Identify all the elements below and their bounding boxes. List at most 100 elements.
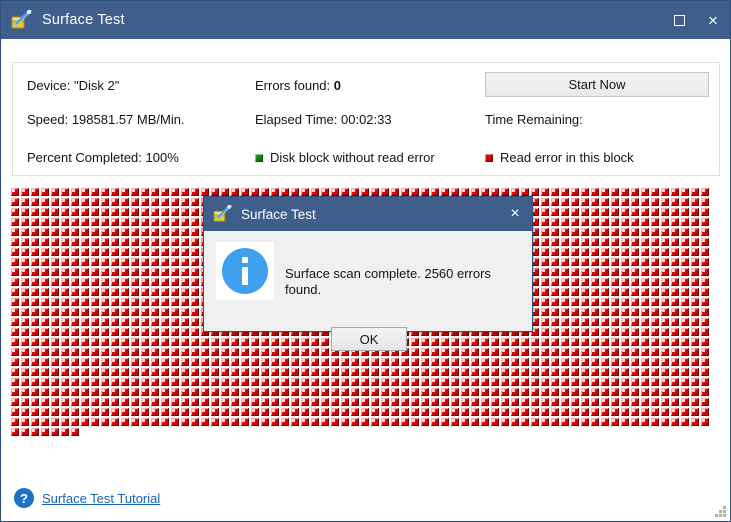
disk-block[interactable] [541,378,549,386]
disk-block[interactable] [421,418,429,426]
disk-block[interactable] [611,208,619,216]
disk-block[interactable] [701,208,709,216]
disk-block[interactable] [601,198,609,206]
disk-block[interactable] [371,398,379,406]
disk-block[interactable] [321,418,329,426]
disk-block[interactable] [101,318,109,326]
disk-block[interactable] [191,238,199,246]
disk-block[interactable] [291,408,299,416]
disk-block[interactable] [81,318,89,326]
disk-block[interactable] [261,368,269,376]
disk-block[interactable] [661,238,669,246]
disk-block[interactable] [531,338,539,346]
disk-block[interactable] [371,408,379,416]
disk-block[interactable] [581,238,589,246]
disk-block[interactable] [401,368,409,376]
disk-block[interactable] [121,188,129,196]
disk-block[interactable] [161,388,169,396]
disk-block[interactable] [131,318,139,326]
disk-block[interactable] [651,408,659,416]
disk-block[interactable] [611,238,619,246]
disk-block[interactable] [611,348,619,356]
disk-block[interactable] [591,418,599,426]
disk-block[interactable] [191,388,199,396]
disk-block[interactable] [551,338,559,346]
disk-block[interactable] [461,378,469,386]
disk-block[interactable] [111,418,119,426]
disk-block[interactable] [141,238,149,246]
disk-block[interactable] [561,218,569,226]
disk-block[interactable] [101,258,109,266]
disk-block[interactable] [651,278,659,286]
disk-block[interactable] [71,338,79,346]
disk-block[interactable] [601,368,609,376]
disk-block[interactable] [21,278,29,286]
disk-block[interactable] [191,368,199,376]
disk-block[interactable] [521,418,529,426]
disk-block[interactable] [641,278,649,286]
disk-block[interactable] [631,378,639,386]
disk-block[interactable] [121,368,129,376]
disk-block[interactable] [121,308,129,316]
disk-block[interactable] [551,398,559,406]
disk-block[interactable] [51,198,59,206]
disk-block[interactable] [671,218,679,226]
disk-block[interactable] [541,228,549,236]
disk-block[interactable] [61,408,69,416]
disk-block[interactable] [651,328,659,336]
disk-block[interactable] [61,228,69,236]
disk-block[interactable] [201,388,209,396]
disk-block[interactable] [321,188,329,196]
disk-block[interactable] [541,198,549,206]
disk-block[interactable] [631,198,639,206]
disk-block[interactable] [411,398,419,406]
disk-block[interactable] [551,248,559,256]
disk-block[interactable] [281,338,289,346]
disk-block[interactable] [71,238,79,246]
disk-block[interactable] [31,378,39,386]
disk-block[interactable] [111,238,119,246]
disk-block[interactable] [191,258,199,266]
disk-block[interactable] [701,378,709,386]
disk-block[interactable] [181,248,189,256]
disk-block[interactable] [121,338,129,346]
disk-block[interactable] [281,368,289,376]
disk-block[interactable] [581,398,589,406]
disk-block[interactable] [411,188,419,196]
disk-block[interactable] [601,278,609,286]
disk-block[interactable] [321,388,329,396]
disk-block[interactable] [91,268,99,276]
disk-block[interactable] [661,258,669,266]
disk-block[interactable] [591,188,599,196]
disk-block[interactable] [301,408,309,416]
disk-block[interactable] [571,388,579,396]
disk-block[interactable] [391,188,399,196]
disk-block[interactable] [591,288,599,296]
disk-block[interactable] [431,358,439,366]
disk-block[interactable] [521,338,529,346]
disk-block[interactable] [481,408,489,416]
disk-block[interactable] [101,288,109,296]
disk-block[interactable] [691,398,699,406]
disk-block[interactable] [121,388,129,396]
disk-block[interactable] [321,358,329,366]
disk-block[interactable] [101,248,109,256]
disk-block[interactable] [591,398,599,406]
disk-block[interactable] [251,188,259,196]
disk-block[interactable] [91,318,99,326]
disk-block[interactable] [501,378,509,386]
disk-block[interactable] [71,408,79,416]
disk-block[interactable] [181,388,189,396]
disk-block[interactable] [541,308,549,316]
disk-block[interactable] [81,188,89,196]
disk-block[interactable] [291,188,299,196]
disk-block[interactable] [541,418,549,426]
disk-block[interactable] [171,398,179,406]
disk-block[interactable] [461,338,469,346]
disk-block[interactable] [171,248,179,256]
disk-block[interactable] [571,258,579,266]
disk-block[interactable] [561,248,569,256]
disk-block[interactable] [701,298,709,306]
disk-block[interactable] [141,378,149,386]
disk-block[interactable] [71,378,79,386]
